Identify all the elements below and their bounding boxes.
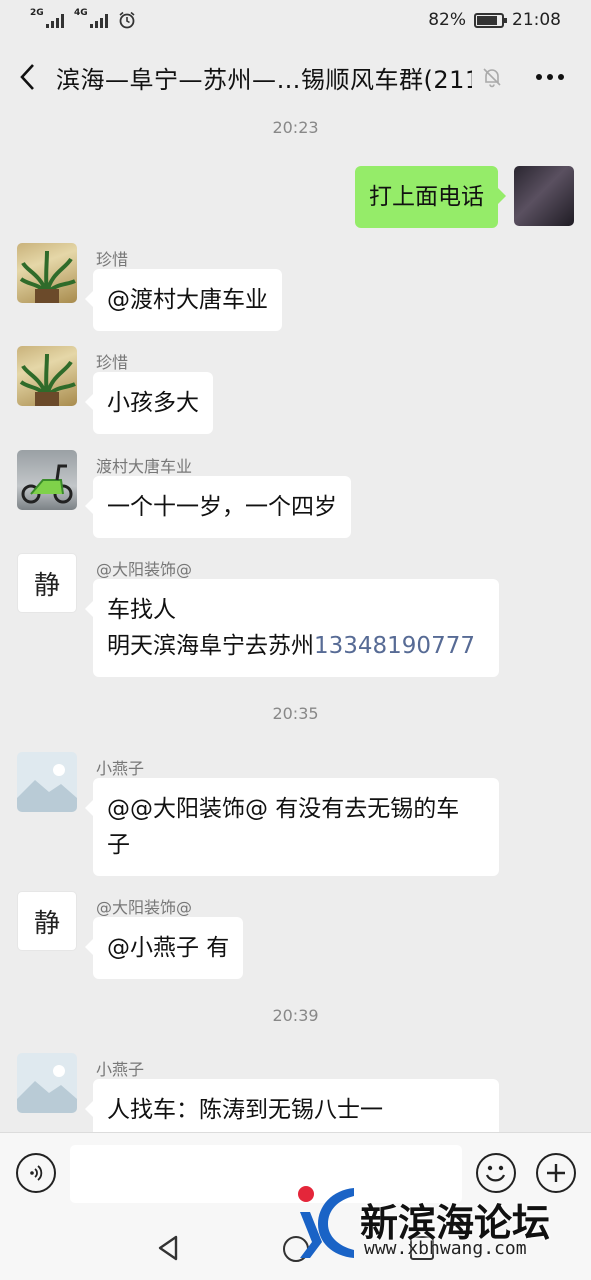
more-button[interactable]: [512, 73, 588, 81]
battery-fill: [477, 15, 497, 25]
forum-watermark: 新滨海论坛 www.xbhwang.com: [292, 1180, 582, 1270]
mute-bell-icon: [483, 68, 501, 88]
avatar[interactable]: [17, 752, 77, 812]
message-text: 明天滨海阜宁去苏州: [107, 633, 314, 659]
signal-icon-2: 4G: [74, 8, 108, 28]
image-placeholder-icon: [17, 1065, 77, 1113]
mute-indicator: [472, 66, 512, 88]
sender-name: 珍惜: [96, 353, 129, 372]
forum-logo-icon: [298, 1186, 354, 1258]
plant-avatar-image: [19, 250, 76, 303]
avatar[interactable]: [17, 346, 77, 406]
message-bubble[interactable]: @小燕子 有: [84, 917, 244, 979]
message-bubble[interactable]: 小孩多大: [85, 372, 213, 434]
sender-name: 珍惜: [96, 250, 129, 269]
message-bubble[interactable]: @渡村大唐车业: [85, 269, 282, 331]
phone-link[interactable]: 13348190777: [314, 633, 475, 659]
message-bubble-mine[interactable]: 打上面电话: [355, 166, 506, 228]
nav-back-icon[interactable]: [156, 1234, 180, 1262]
message-line: 车找人: [107, 597, 176, 623]
timestamp: 20:35: [272, 704, 319, 723]
message-line: 明天滨海阜宁去苏州13348190777: [107, 628, 485, 664]
chat-header: 滨海—阜宁—苏州—…锡顺风车群(211): [0, 44, 591, 110]
avatar-self[interactable]: [514, 166, 574, 226]
forum-url: www.xbhwang.com: [364, 1238, 527, 1259]
sender-name: 渡村大唐车业: [96, 457, 193, 476]
voice-button[interactable]: [16, 1153, 56, 1193]
scooter-avatar-image: [21, 464, 73, 504]
plant-avatar-image: [19, 353, 76, 406]
avatar[interactable]: [17, 243, 77, 303]
battery-percent: 82%: [428, 10, 466, 30]
chat-title: 滨海—阜宁—苏州—…锡顺风车群(211): [56, 65, 472, 94]
status-right: 82% 21:08: [428, 10, 561, 30]
alarm-icon: [119, 11, 135, 29]
image-placeholder-icon: [17, 764, 77, 812]
battery-icon: [474, 12, 507, 28]
sender-name: 小燕子: [96, 1060, 145, 1079]
signal-label-2: 4G: [74, 8, 88, 18]
clock: 21:08: [512, 10, 561, 30]
sender-name: @大阳装饰@: [96, 560, 193, 579]
message-bubble[interactable]: @@大阳装饰@ 有没有去无锡的车 子: [85, 778, 499, 876]
avatar[interactable]: [17, 1053, 77, 1113]
sender-name: 小燕子: [96, 759, 145, 778]
status-bar: 2G 4G 82% 21:08: [0, 0, 591, 40]
timestamp: 20:39: [272, 1006, 319, 1025]
sender-name: @大阳装饰@: [96, 898, 193, 917]
message-line: 子: [107, 832, 130, 858]
message-bubble[interactable]: 一个十一岁，一个四岁: [85, 476, 351, 538]
message-bubble[interactable]: 人找车：陈涛到无锡八士一: [85, 1079, 499, 1132]
message-list[interactable]: 20:23 打上面电话 珍惜 @渡村大唐车业 珍惜 小孩多大 渡村大唐车业 一个…: [0, 110, 591, 1132]
back-arrow-icon: [20, 64, 34, 90]
back-button[interactable]: [0, 44, 56, 110]
status-left: 2G 4G: [30, 8, 136, 29]
more-icon: [536, 74, 564, 80]
message-bubble[interactable]: 车找人 明天滨海阜宁去苏州13348190777: [85, 579, 499, 677]
avatar[interactable]: [17, 450, 77, 510]
avatar[interactable]: 静: [17, 553, 77, 613]
voice-icon: [30, 1165, 43, 1181]
signal-label-1: 2G: [30, 8, 44, 18]
avatar[interactable]: 静: [17, 891, 77, 951]
timestamp: 20:23: [272, 118, 319, 137]
signal-icon-1: 2G: [30, 8, 64, 28]
message-line: @@大阳装饰@ 有没有去无锡的车: [107, 796, 460, 822]
